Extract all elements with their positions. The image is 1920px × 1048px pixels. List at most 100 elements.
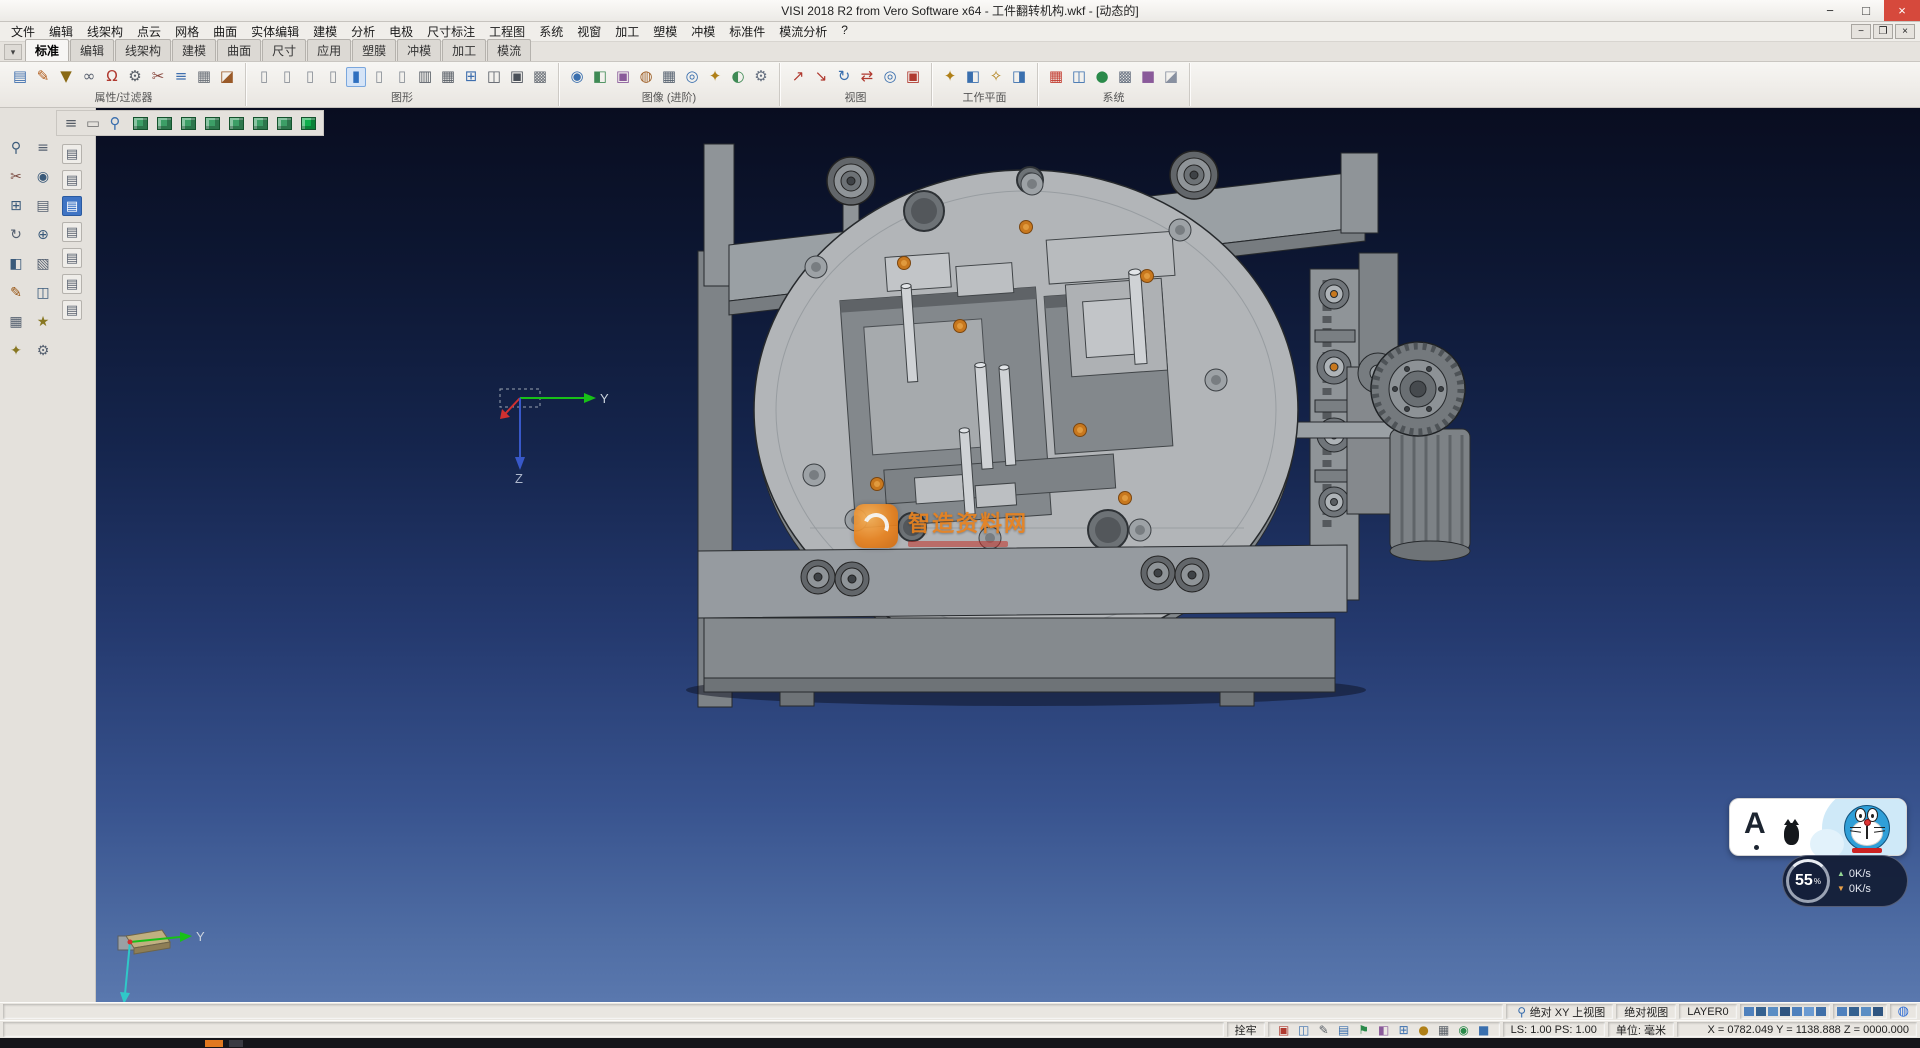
lock-indicator[interactable]: 拴牢 [1227, 1022, 1265, 1037]
layer-color-tile[interactable] [1756, 1007, 1766, 1016]
iso-view-cube-button[interactable] [248, 112, 272, 134]
layer-color-tile[interactable] [1792, 1007, 1802, 1016]
dark-box-icon[interactable]: ▣ [507, 67, 527, 87]
minimize-button[interactable]: − [1812, 0, 1848, 21]
toolbar-tab[interactable]: 标准 [25, 39, 69, 61]
cylinder-icon[interactable]: ▯ [369, 67, 389, 87]
layers-icon[interactable]: ≡ [171, 67, 191, 87]
render-settings-icon[interactable]: ⚙ [751, 67, 771, 87]
rotate-view-icon[interactable]: ↻ [834, 67, 854, 87]
cylinder-active-icon[interactable]: ▮ [346, 67, 366, 87]
grid-tool-icon[interactable]: ⊞ [6, 196, 26, 216]
monitor-icon[interactable]: ◫ [1069, 67, 1089, 87]
taskbar-app-icon[interactable] [205, 1040, 223, 1047]
list-icon[interactable]: ≡ [60, 112, 82, 134]
toolbar-tab[interactable]: 线架构 [115, 39, 171, 61]
pencil-icon[interactable]: ✎ [33, 67, 53, 87]
absolute-view-indicator[interactable]: 绝对视图 [1616, 1004, 1676, 1019]
iso-view-cube-button[interactable] [272, 112, 296, 134]
mdi-restore-button[interactable]: ❐ [1873, 24, 1893, 39]
viewport-3d[interactable]: Y Z Y [96, 108, 1920, 1002]
render-icon[interactable]: ◉ [567, 67, 587, 87]
zoom-tool-icon[interactable]: ⚲ [6, 138, 26, 158]
clipboard-icon[interactable]: ▤ [62, 300, 82, 320]
layer-color-tile[interactable] [1780, 1007, 1790, 1016]
window-tool-icon[interactable]: ◫ [33, 283, 53, 303]
edit-icon[interactable]: ✎ [1316, 1023, 1332, 1037]
menu-item[interactable]: 视窗 [570, 21, 608, 42]
workplane-star-icon[interactable]: ✦ [940, 67, 960, 87]
workplane-flip-icon[interactable]: ◨ [1009, 67, 1029, 87]
mesh-tool-icon[interactable]: ▦ [6, 312, 26, 332]
net-speed-widget[interactable]: 55% ▲0K/s ▼0K/s [1782, 855, 1908, 907]
half-shade-icon[interactable]: ◐ [728, 67, 748, 87]
star-tool-icon[interactable]: ✦ [6, 341, 26, 361]
material-icon[interactable]: ◍ [636, 67, 656, 87]
iso-view-cube-button[interactable] [152, 112, 176, 134]
flag-icon[interactable]: ⚑ [1356, 1023, 1372, 1037]
clipboard-active-icon[interactable]: ▤ [62, 196, 82, 216]
add-tool-icon[interactable]: ⊕ [33, 225, 53, 245]
taskbar-app-icon[interactable] [229, 1040, 243, 1047]
menu-item[interactable]: 塑模 [646, 21, 684, 42]
plus-box-icon[interactable]: ⊞ [461, 67, 481, 87]
layer-color-tile[interactable] [1873, 1007, 1883, 1016]
trim-tool-icon[interactable]: ✂ [6, 167, 26, 187]
scissors-icon[interactable]: ✂ [148, 67, 168, 87]
frame-icon[interactable]: ▭ [82, 112, 104, 134]
magnet-icon[interactable]: Ω [102, 67, 122, 87]
favorite-tool-icon[interactable]: ★ [33, 312, 53, 332]
mdi-close-button[interactable]: × [1895, 24, 1915, 39]
maximize-button[interactable]: □ [1848, 0, 1884, 21]
grid-box-icon[interactable]: ▦ [438, 67, 458, 87]
layer-color-tile[interactable] [1861, 1007, 1871, 1016]
clipboard-icon[interactable]: ▤ [62, 222, 82, 242]
layer-icon[interactable]: ▤ [1336, 1023, 1352, 1037]
close-button[interactable]: × [1884, 0, 1920, 21]
pan-icon[interactable]: ⇄ [857, 67, 877, 87]
toolbar-tab[interactable]: 编辑 [70, 39, 114, 61]
toolbar-tab[interactable]: 塑膜 [352, 39, 396, 61]
menu-item[interactable]: ? [834, 21, 855, 42]
rotate-tool-icon[interactable]: ↻ [6, 225, 26, 245]
wireframe-icon[interactable]: ◎ [682, 67, 702, 87]
iso-view-cube-button[interactable] [176, 112, 200, 134]
shade-icon[interactable]: ◧ [590, 67, 610, 87]
grid-icon[interactable]: ▦ [194, 67, 214, 87]
menu-item[interactable]: 标准件 [722, 21, 772, 42]
view-mode-indicator[interactable]: ⚲ 绝对 XY 上视图 [1506, 1004, 1614, 1019]
hatch-icon[interactable]: ▩ [1115, 67, 1135, 87]
toolbar-tab[interactable]: 建模 [172, 39, 216, 61]
hatch-box-icon[interactable]: ▩ [530, 67, 550, 87]
zoom-extents-icon[interactable]: ↗ [788, 67, 808, 87]
zoom-box-icon[interactable]: ⚲ [104, 112, 126, 134]
filter-icon[interactable]: ▼ [56, 67, 76, 87]
menu-item[interactable]: 加工 [608, 21, 646, 42]
clipboard-icon[interactable]: ▤ [62, 274, 82, 294]
clipboard-icon[interactable]: ▤ [62, 170, 82, 190]
workplane-icon[interactable]: ◧ [963, 67, 983, 87]
menu-item[interactable]: 系统 [532, 21, 570, 42]
gear-icon[interactable]: ⚙ [125, 67, 145, 87]
shade-tool-icon[interactable]: ◧ [6, 254, 26, 274]
menu-item[interactable]: 模流分析 [772, 21, 834, 42]
gear-tool-icon[interactable]: ⚙ [33, 341, 53, 361]
block-icon[interactable]: ■ [1476, 1023, 1492, 1037]
light-icon[interactable]: ✦ [705, 67, 725, 87]
mdi-minimize-button[interactable]: − [1851, 24, 1871, 39]
layer-color-tile[interactable] [1837, 1007, 1847, 1016]
menu-item[interactable]: 冲模 [684, 21, 722, 42]
grid-icon[interactable]: ⊞ [1396, 1023, 1412, 1037]
mesh-icon[interactable]: ▦ [1436, 1023, 1452, 1037]
view-target-icon[interactable]: ◎ [880, 67, 900, 87]
clipboard-icon[interactable]: ▤ [62, 248, 82, 268]
box-icon[interactable]: ▯ [392, 67, 412, 87]
toolbar-tab[interactable]: 冲模 [397, 39, 441, 61]
globe-icon[interactable]: ◍ [1890, 1004, 1917, 1019]
attributes-icon[interactable]: ▤ [10, 67, 30, 87]
clipboard-icon[interactable]: ▤ [62, 144, 82, 164]
color-grid-icon[interactable]: ▦ [1046, 67, 1066, 87]
dot-icon[interactable]: ● [1416, 1023, 1432, 1037]
layer-color-tile[interactable] [1744, 1007, 1754, 1016]
pencil-tool-icon[interactable]: ✎ [6, 283, 26, 303]
